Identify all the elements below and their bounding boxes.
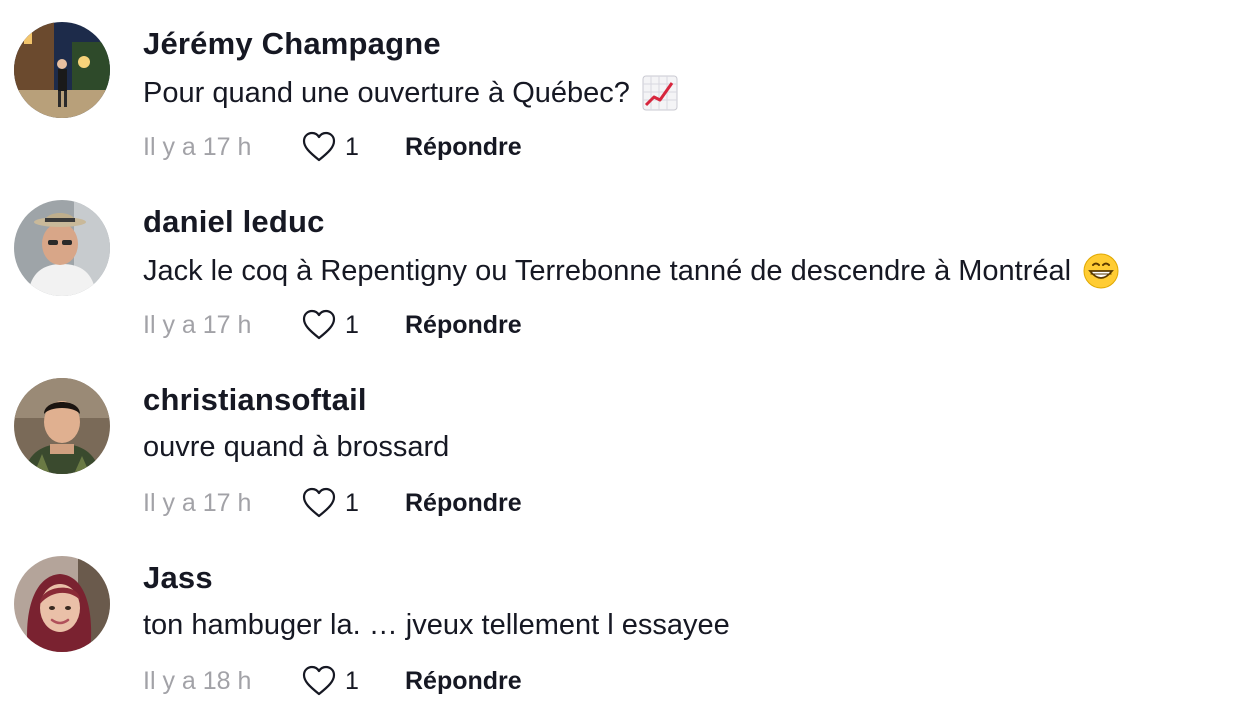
comment-item: Jass ton hambuger la. … jveux tellement … bbox=[0, 534, 1246, 712]
comment-text-content: Jack le coq à Repentigny ou Terrebonne t… bbox=[143, 254, 1072, 287]
like-count: 1 bbox=[345, 666, 359, 695]
heart-icon[interactable] bbox=[301, 663, 337, 699]
comment-text: Pour quand une ouverture à Québec? bbox=[143, 75, 678, 111]
like-button[interactable]: 1 bbox=[301, 485, 405, 521]
username[interactable]: Jass bbox=[143, 560, 213, 596]
chart-increasing-icon bbox=[642, 75, 678, 111]
avatar[interactable] bbox=[14, 22, 110, 118]
grinning-face-icon bbox=[1083, 253, 1119, 289]
like-count: 1 bbox=[345, 310, 359, 339]
comment-text: Jack le coq à Repentigny ou Terrebonne t… bbox=[143, 253, 1119, 289]
avatar-photo bbox=[14, 22, 110, 118]
reply-button[interactable]: Répondre bbox=[405, 667, 522, 696]
like-button[interactable]: 1 bbox=[301, 129, 405, 165]
comment-meta: Il y a 17 h 1 Répondre bbox=[143, 308, 522, 342]
comment-meta: Il y a 18 h 1 Répondre bbox=[143, 664, 522, 698]
comment-item: christiansoftail ouvre quand à brossard … bbox=[0, 356, 1246, 534]
comment-meta: Il y a 17 h 1 Répondre bbox=[143, 130, 522, 164]
comment-text-content: Pour quand une ouverture à Québec? bbox=[143, 76, 630, 109]
comment-text-content: ouvre quand à brossard bbox=[143, 431, 450, 463]
avatar-photo bbox=[14, 556, 110, 652]
avatar-photo bbox=[14, 378, 110, 474]
timestamp: Il y a 17 h bbox=[143, 132, 252, 161]
heart-icon[interactable] bbox=[301, 307, 337, 343]
timestamp: Il y a 17 h bbox=[143, 488, 252, 517]
reply-button[interactable]: Répondre bbox=[405, 489, 522, 518]
heart-icon[interactable] bbox=[301, 485, 337, 521]
comment-meta: Il y a 17 h 1 Répondre bbox=[143, 486, 522, 520]
avatar[interactable] bbox=[14, 556, 110, 652]
reply-button[interactable]: Répondre bbox=[405, 133, 522, 162]
username[interactable]: Jérémy Champagne bbox=[143, 26, 441, 62]
comment-text-content: ton hambuger la. … jveux tellement l ess… bbox=[143, 609, 730, 641]
username[interactable]: christiansoftail bbox=[143, 382, 367, 418]
like-button[interactable]: 1 bbox=[301, 307, 405, 343]
like-button[interactable]: 1 bbox=[301, 663, 405, 699]
avatar[interactable] bbox=[14, 378, 110, 474]
comment-item: Jérémy Champagne Pour quand une ouvertur… bbox=[0, 0, 1246, 178]
comment-text: ouvre quand à brossard bbox=[143, 431, 449, 464]
timestamp: Il y a 17 h bbox=[143, 310, 252, 339]
avatar[interactable] bbox=[14, 200, 110, 296]
comment-item: daniel leduc Jack le coq à Repentigny ou… bbox=[0, 178, 1246, 356]
username[interactable]: daniel leduc bbox=[143, 204, 325, 240]
timestamp: Il y a 18 h bbox=[143, 666, 252, 695]
heart-icon[interactable] bbox=[301, 129, 337, 165]
like-count: 1 bbox=[345, 488, 359, 517]
comment-text: ton hambuger la. … jveux tellement l ess… bbox=[143, 609, 730, 642]
avatar-photo bbox=[14, 200, 110, 296]
like-count: 1 bbox=[345, 132, 359, 161]
reply-button[interactable]: Répondre bbox=[405, 311, 522, 340]
